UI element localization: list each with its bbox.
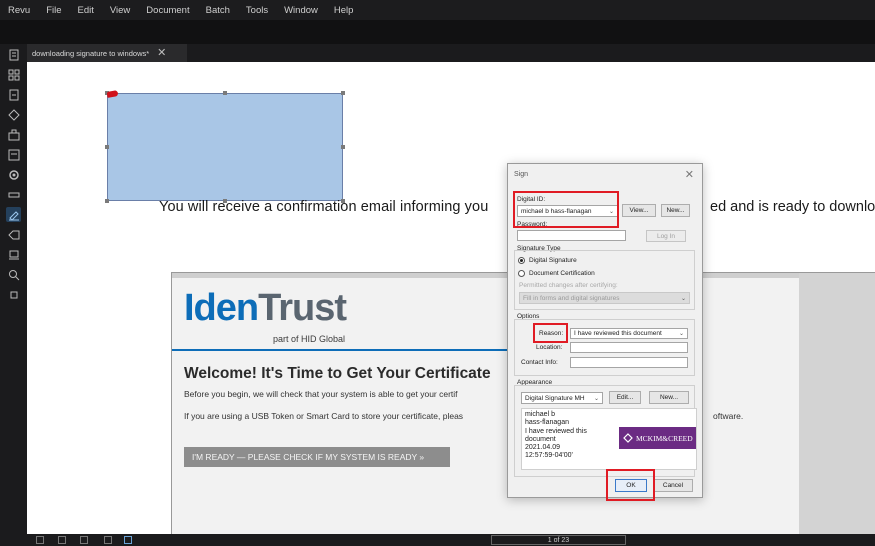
- digital-signature-radio[interactable]: [518, 257, 525, 264]
- login-button[interactable]: Log In: [646, 230, 686, 242]
- settings-icon[interactable]: [6, 167, 21, 182]
- intro-paragraph: Before you begin, we will check that you…: [184, 389, 458, 399]
- status-bar: 1 of 23: [0, 534, 875, 546]
- rectangle-markup[interactable]: [107, 93, 343, 201]
- location-input[interactable]: [570, 342, 688, 353]
- resize-handle[interactable]: [105, 145, 109, 149]
- menu-file[interactable]: File: [38, 5, 69, 16]
- measure-icon[interactable]: [6, 187, 21, 202]
- signature-preview-text: michael b hass-flanagan I have reviewed …: [525, 411, 587, 460]
- left-toolbar: [0, 44, 27, 534]
- digital-signature-label: Digital Signature: [529, 257, 577, 264]
- close-tab-icon[interactable]: ✕: [157, 47, 166, 59]
- view-button[interactable]: View...: [622, 204, 656, 217]
- menu-window[interactable]: Window: [276, 5, 326, 16]
- toolchest-icon[interactable]: [6, 127, 21, 142]
- menu-tools[interactable]: Tools: [238, 5, 276, 16]
- close-icon[interactable]: ✕: [685, 168, 694, 181]
- reason-select[interactable]: I have reviewed this document ⌄: [570, 328, 688, 339]
- menu-revu[interactable]: Revu: [6, 5, 38, 16]
- stamp-icon[interactable]: [6, 247, 21, 262]
- cancel-button[interactable]: Cancel: [653, 479, 693, 492]
- sync-icon[interactable]: [124, 536, 132, 544]
- links-icon[interactable]: [6, 287, 21, 302]
- two-page-icon[interactable]: [58, 536, 66, 544]
- document-tab[interactable]: downloading signature to windows* ✕: [27, 44, 187, 62]
- menu-view[interactable]: View: [102, 5, 138, 16]
- welcome-heading: Welcome! It's Time to Get Your Certifica…: [184, 365, 491, 382]
- layers-icon[interactable]: [6, 107, 21, 122]
- mckim-creed-logo: MCKIM&CREED: [619, 427, 696, 449]
- permitted-changes-label: Permitted changes after certifying:: [519, 282, 618, 289]
- document-tab-label: downloading signature to windows*: [32, 48, 150, 58]
- highlight-box: [606, 469, 655, 501]
- permitted-changes-select[interactable]: Fill in forms and digital signatures ⌄: [519, 292, 690, 304]
- tab-bar: downloading signature to windows* ✕: [27, 44, 875, 62]
- gray-sidebar: [799, 273, 875, 534]
- thumbnails-icon[interactable]: [6, 47, 21, 62]
- sign-dialog: Sign ✕ Digital ID: michael b hass-flanag…: [507, 163, 703, 501]
- chevron-down-icon: ⌄: [680, 295, 686, 302]
- document-certification-label: Document Certification: [529, 270, 595, 277]
- tag-icon[interactable]: [6, 227, 21, 242]
- grid-icon[interactable]: [6, 67, 21, 82]
- page-indicator[interactable]: 1 of 23: [491, 535, 626, 545]
- bookmark-icon[interactable]: [6, 87, 21, 102]
- logo-mark-icon: [623, 433, 633, 443]
- confirmation-text-tail: ed and is ready to downloa: [710, 199, 875, 215]
- dialog-title: Sign: [514, 171, 529, 178]
- identrust-logo: IdenTrust: [184, 287, 347, 329]
- highlight-box: [513, 191, 619, 228]
- document-canvas[interactable]: You will receive a confirmation email in…: [27, 62, 875, 534]
- confirmation-text: You will receive a confirmation email in…: [159, 199, 489, 215]
- resize-handle[interactable]: [223, 91, 227, 95]
- identrust-subtitle: part of HID Global: [273, 334, 346, 344]
- properties-icon[interactable]: [6, 147, 21, 162]
- new-id-button[interactable]: New...: [661, 204, 690, 217]
- password-input[interactable]: [517, 230, 626, 241]
- resize-handle[interactable]: [341, 145, 345, 149]
- contact-info-input[interactable]: [570, 357, 688, 368]
- reason-value: I have reviewed this document: [574, 330, 662, 337]
- token-paragraph: If you are using a USB Token or Smart Ca…: [184, 411, 464, 421]
- split-icon[interactable]: [104, 536, 112, 544]
- menu-help[interactable]: Help: [326, 5, 362, 16]
- appearance-select[interactable]: Digital Signature MH ⌄: [521, 392, 603, 404]
- menu-bar: Revu File Edit View Document Batch Tools…: [0, 0, 875, 20]
- edit-appearance-button[interactable]: Edit...: [609, 391, 641, 404]
- menu-edit[interactable]: Edit: [70, 5, 102, 16]
- menu-batch[interactable]: Batch: [198, 5, 238, 16]
- chevron-down-icon: ⌄: [593, 395, 599, 402]
- menu-document[interactable]: Document: [138, 5, 197, 16]
- chevron-down-icon: ⌄: [678, 331, 684, 337]
- logo-text: MCKIM&CREED: [636, 433, 693, 443]
- search-icon[interactable]: [6, 267, 21, 282]
- single-page-icon[interactable]: [36, 536, 44, 544]
- token-paragraph-tail: oftware.: [713, 411, 744, 421]
- highlight-box: [533, 323, 568, 343]
- resize-handle[interactable]: [341, 91, 345, 95]
- permitted-changes-value: Fill in forms and digital signatures: [523, 294, 620, 302]
- contact-info-label: Contact Info:: [521, 359, 558, 366]
- system-check-button[interactable]: I'M READY — PLEASE CHECK IF MY SYSTEM IS…: [184, 447, 450, 467]
- new-appearance-button[interactable]: New...: [649, 391, 689, 404]
- document-certification-radio[interactable]: [518, 270, 525, 277]
- location-label: Location:: [536, 344, 563, 351]
- signature-preview: michael b hass-flanagan I have reviewed …: [521, 408, 697, 470]
- signatures-icon[interactable]: [6, 207, 21, 222]
- continuous-icon[interactable]: [80, 536, 88, 544]
- appearance-value: Digital Signature MH: [525, 394, 585, 402]
- toolbar-strip: [0, 20, 875, 44]
- resize-handle[interactable]: [105, 199, 109, 203]
